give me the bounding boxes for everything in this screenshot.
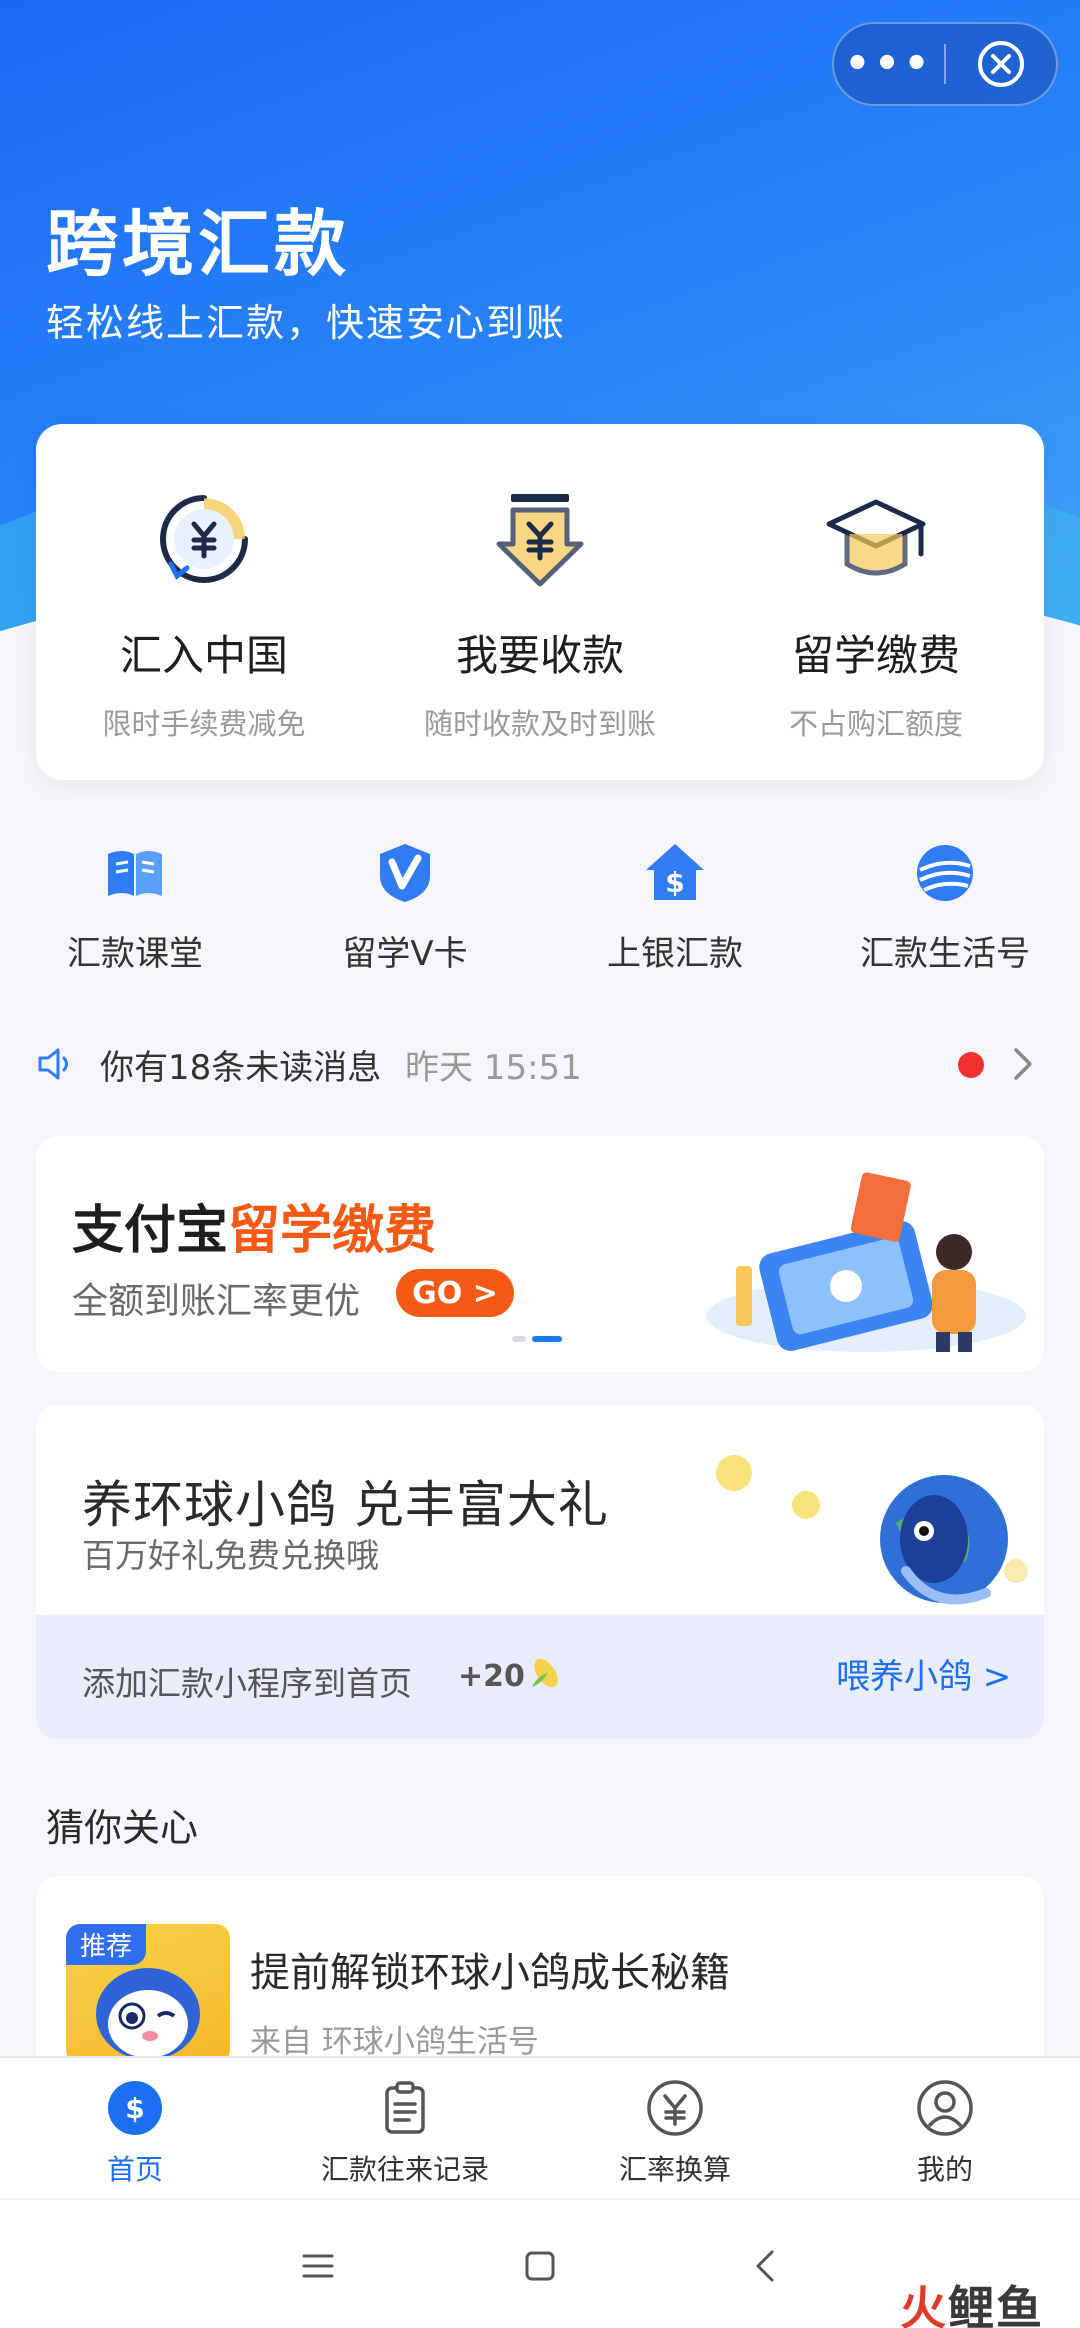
notice-time: 昨天 15:51 <box>405 1048 582 1088</box>
quick-bos-remit[interactable]: $ 上银汇款 <box>540 840 810 990</box>
recommend-item[interactable]: 推荐 提前解锁环球小鸽成长秘籍 来自 环球小鸽生活号 <box>36 1876 1044 2056</box>
watermark-part1: 火 <box>900 2281 948 2328</box>
message-notice[interactable]: 你有18条未读消息 昨天 15:51 <box>0 1030 1080 1096</box>
close-button[interactable] <box>946 24 1056 104</box>
yuan-download-icon <box>496 494 584 587</box>
points-reward: +20 <box>458 1659 525 1694</box>
yuan-cycle-icon <box>160 495 248 583</box>
unread-dot <box>958 1052 984 1078</box>
svg-text:$: $ <box>125 2092 144 2125</box>
go-button[interactable]: GO > <box>396 1269 514 1317</box>
feature-receive-money[interactable]: 我要收款 随时收款及时到账 <box>372 424 708 780</box>
feature-subtitle: 不占购汇额度 <box>788 707 963 741</box>
tuition-promo-banner[interactable]: 支付宝留学缴费 全额到账汇率更优 GO > <box>36 1136 1044 1372</box>
watermark-logo: 火鲤鱼 <box>900 2272 1044 2328</box>
page-subtitle: 轻松线上汇款，快速安心到账 <box>46 301 567 345</box>
section-title-guess: 猜你关心 <box>46 1806 199 1850</box>
main-services-card: 汇入中国 限时手续费减免 我要收款 随时收款及时到账 留学缴费 不占购汇额度 <box>36 424 1044 780</box>
yuan-circle-icon <box>647 2080 703 2136</box>
add-to-home-bar: 添加汇款小程序到首页 +20 喂养小鸽 > <box>36 1615 1044 1739</box>
clipboard-icon <box>385 2081 425 2134</box>
feature-title: 我要收款 <box>455 631 624 680</box>
pager-dot <box>512 1336 526 1342</box>
close-circle-icon <box>977 41 1024 87</box>
tab-label: 首页 <box>106 2153 163 2186</box>
corn-icon <box>532 1658 558 1688</box>
svg-text:$: $ <box>665 866 684 899</box>
tab-label: 我的 <box>916 2153 973 2186</box>
speaker-icon <box>38 1048 68 1080</box>
bottom-tab-bar: $ 首页 汇款往来记录 汇率换算 我的 <box>0 2056 1080 2198</box>
v-card-icon <box>380 844 430 902</box>
feature-title: 汇入中国 <box>119 631 288 680</box>
recommend-thumbnail: 推荐 <box>66 1924 230 2056</box>
banner-subtitle: 全额到账汇率更优 <box>72 1281 361 1322</box>
back-icon[interactable] <box>746 2246 786 2286</box>
quick-label: 上银汇款 <box>607 934 743 974</box>
feature-remit-to-china[interactable]: 汇入中国 限时手续费减免 <box>36 424 372 780</box>
banner-title: 支付宝留学缴费 <box>72 1188 436 1263</box>
recommend-source: 来自 环球小鸽生活号 <box>250 2024 539 2056</box>
chevron-right-icon <box>1014 1048 1032 1080</box>
feed-pigeon-link[interactable]: 喂养小鸽 > <box>836 1649 1011 1698</box>
home-square-icon[interactable] <box>520 2246 560 2286</box>
banner-brand: 支付宝 <box>72 1201 229 1261</box>
graduation-cap-icon <box>826 499 926 576</box>
user-icon <box>917 2080 973 2136</box>
pigeon-reward-card[interactable]: 养环球小鸽 兑丰富大礼 百万好礼免费兑换哦 添加汇款小程序到首页 +20 喂养小… <box>36 1405 1044 1739</box>
dollar-house-icon: $ <box>646 844 704 900</box>
quick-entries: 汇款课堂 留学V卡 $ 上银汇款 汇款生活号 <box>0 840 1080 990</box>
page-title: 跨境汇款 <box>46 202 351 286</box>
quick-remit-life-account[interactable]: 汇款生活号 <box>810 840 1080 990</box>
feature-title: 留学缴费 <box>791 631 960 680</box>
more-button[interactable]: ••• <box>834 24 944 104</box>
tab-remit-records[interactable]: 汇款往来记录 <box>270 2058 540 2198</box>
pigeon-globe-illustration <box>716 1455 1028 1605</box>
menu-icon[interactable] <box>298 2246 338 2286</box>
add-to-home-text: 添加汇款小程序到首页 <box>82 1664 412 1703</box>
tab-home[interactable]: $ 首页 <box>0 2058 270 2198</box>
recommend-tag: 推荐 <box>66 1924 147 1965</box>
student-illustration <box>706 1172 1026 1352</box>
watermark-part2: 鲤鱼 <box>948 2281 1044 2328</box>
recommend-title: 提前解锁环球小鸽成长秘籍 <box>250 1950 730 1996</box>
home-dollar-icon: $ <box>108 2081 162 2135</box>
feature-subtitle: 随时收款及时到账 <box>423 707 656 741</box>
banner-pager <box>512 1336 562 1342</box>
mini-program-capsule: ••• <box>832 22 1058 106</box>
tab-label: 汇款往来记录 <box>320 2153 489 2186</box>
tab-label: 汇率换算 <box>618 2153 731 2186</box>
quick-label: 留学V卡 <box>342 934 468 974</box>
feature-tuition-payment[interactable]: 留学缴费 不占购汇额度 <box>708 424 1044 780</box>
quick-study-vcard[interactable]: 留学V卡 <box>270 840 540 990</box>
quick-label: 汇款生活号 <box>860 934 1030 974</box>
notice-message: 你有18条未读消息 <box>100 1048 382 1088</box>
tab-mine[interactable]: 我的 <box>810 2058 1080 2198</box>
banner-highlight: 留学缴费 <box>228 1201 437 1261</box>
pigeon-title: 养环球小鸽 兑丰富大礼 <box>82 1476 609 1534</box>
pigeon-subtitle: 百万好礼免费兑换哦 <box>82 1536 379 1575</box>
tab-exchange-rate[interactable]: 汇率换算 <box>540 2058 810 2198</box>
globe-icon <box>917 845 973 901</box>
quick-label: 汇款课堂 <box>67 934 203 974</box>
pager-dot-active <box>532 1336 562 1342</box>
book-icon <box>108 851 162 896</box>
quick-remit-class[interactable]: 汇款课堂 <box>0 840 270 990</box>
feature-subtitle: 限时手续费减免 <box>102 707 306 741</box>
